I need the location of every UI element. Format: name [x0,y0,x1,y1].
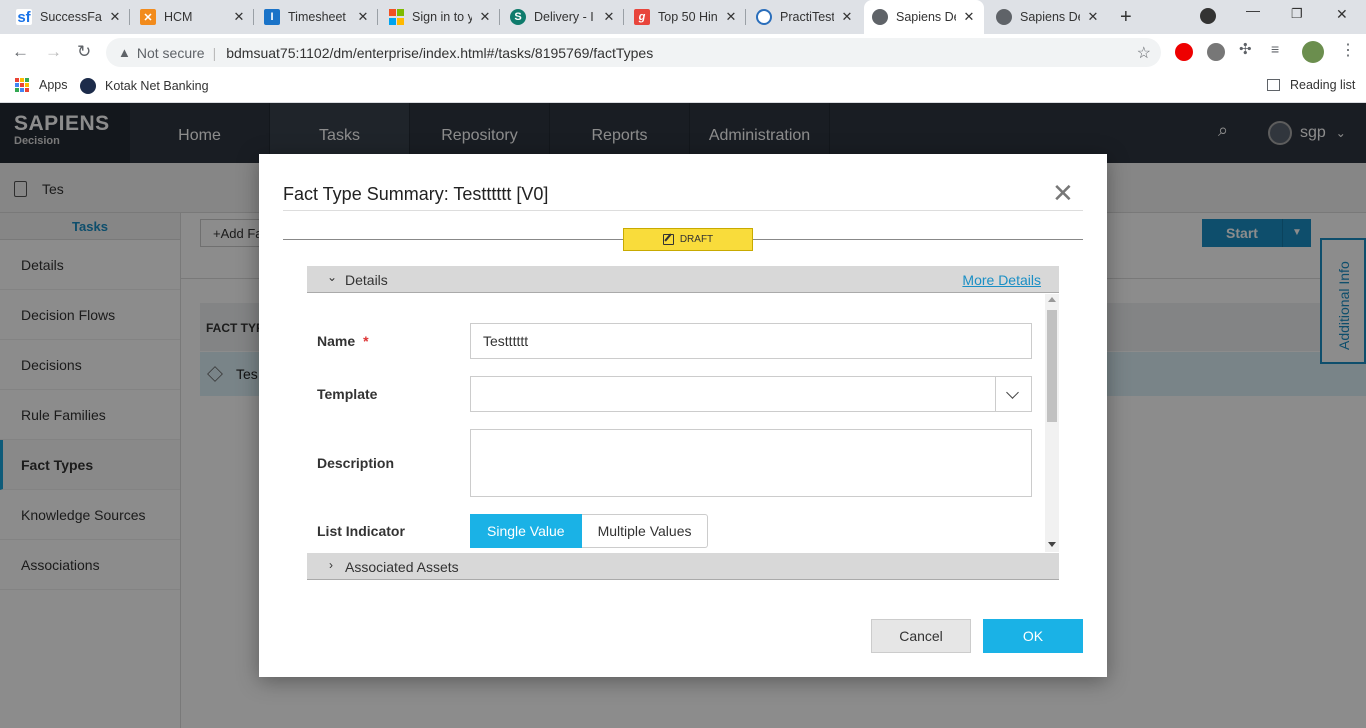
ok-button[interactable]: OK [983,619,1083,653]
browser-tab-practitest[interactable]: PractiTest - ✕ [748,0,862,34]
status-badge: DRAFT [623,228,753,251]
globe-icon [996,9,1012,25]
reading-list-button[interactable]: Reading list [1267,78,1355,92]
browser-tab-sapiens-active[interactable]: Sapiens De ✕ [864,0,984,34]
kotak-label: Kotak Net Banking [105,79,209,93]
edit-icon [662,234,674,245]
template-label: Template [317,386,378,402]
apps-bookmark[interactable]: Apps [15,78,68,92]
chevron-down-icon[interactable] [995,377,1031,411]
url-text: bdmsuat75:1102/dm/enterprise/index.html#… [226,44,654,61]
address-bar-row: ← → ↻ ▲ Not secure | bdmsuat75:1102/dm/e… [0,34,1366,71]
minimize-icon[interactable]: — [1246,2,1260,18]
chevron-right-icon: › [329,558,333,572]
back-icon[interactable]: ← [12,42,29,62]
close-tab-icon[interactable]: ✕ [1086,9,1100,25]
scroll-thumb[interactable] [1047,310,1057,422]
more-menu-icon[interactable]: ⋮ [1340,40,1358,59]
bookmarks-bar: Apps Kotak Net Banking Reading list [0,71,1366,103]
globe-icon [872,9,888,25]
tab-title: Sapiens De [896,10,956,24]
more-details-link[interactable]: More Details [962,272,1041,288]
apps-grid-icon [15,78,29,92]
section-label: Associated Assets [345,559,459,575]
cancel-button[interactable]: Cancel [871,619,971,653]
details-section-header[interactable]: ⌄ Details More Details [307,266,1059,293]
required-marker: * [363,333,369,349]
timesheet-icon: I [264,9,280,25]
kotak-bookmark[interactable]: Kotak Net Banking [80,78,209,94]
close-tab-icon[interactable]: ✕ [356,9,370,25]
profile-avatar-icon[interactable] [1302,41,1324,63]
browser-tab-sapiens[interactable]: Sapiens De ✕ [988,0,1108,34]
browser-tab-timesheet[interactable]: I Timesheet ✕ [256,0,378,34]
warning-icon: ▲ [118,45,131,60]
single-value-option[interactable]: Single Value [470,514,582,548]
details-form: Name * Testttttt Template Description Lis… [307,294,1059,552]
tab-title: PractiTest - [780,10,834,24]
bookmark-star-icon[interactable]: ☆ [1137,43,1151,63]
browser-tab-top50[interactable]: g Top 50 Hin ✕ [626,0,746,34]
chevron-down-icon: ⌄ [327,270,338,284]
tab-title: Delivery - I [534,10,594,24]
microsoft-icon [388,9,404,25]
form-scrollbar[interactable] [1045,294,1059,552]
browser-tab-delivery[interactable]: S Delivery - I ✕ [502,0,624,34]
browser-tab-successfactors[interactable]: sf SuccessFac ✕ [8,0,130,34]
puzzle-icon[interactable]: ✣ [1239,40,1257,58]
close-tab-icon[interactable]: ✕ [724,9,738,25]
tab-title: Sign in to y [412,10,472,24]
close-tab-icon[interactable]: ✕ [232,9,246,25]
associated-assets-section-header[interactable]: › Associated Assets [307,553,1059,580]
kotak-icon [80,78,96,94]
tab-title: Sapiens De [1020,10,1080,24]
extension-icon[interactable] [1207,43,1225,61]
adblock-icon[interactable] [1175,43,1193,61]
window-close-icon[interactable]: ✕ [1336,6,1348,23]
dialog-title: Fact Type Summary: Testttttt [V0] [283,184,549,204]
close-tab-icon[interactable]: ✕ [962,9,976,25]
tab-title: SuccessFac [40,10,102,24]
description-field[interactable] [470,429,1032,497]
status-badge-label: DRAFT [679,234,714,245]
name-field[interactable]: Testttttt [470,323,1032,359]
fact-type-summary-dialog: Fact Type Summary: Testttttt [V0] ✕ DRAF… [259,154,1107,677]
section-label: Details [345,272,388,288]
media-icon[interactable]: ≡ [1271,41,1289,59]
close-icon[interactable]: ✕ [1052,180,1074,206]
list-indicator-toggle: Single Value Multiple Values [470,514,709,548]
restore-icon[interactable]: ❐ [1291,6,1303,22]
browser-tab-microsoft-signin[interactable]: Sign in to y ✕ [380,0,500,34]
practitest-icon [756,9,772,25]
reading-list-label: Reading list [1290,78,1356,92]
close-tab-icon[interactable]: ✕ [108,9,122,25]
tab-search-icon[interactable] [1200,8,1216,24]
forward-icon[interactable]: → [45,42,62,62]
tab-title: HCM [164,10,193,24]
scroll-up-icon[interactable] [1048,297,1056,302]
url-input[interactable]: ▲ Not secure | bdmsuat75:1102/dm/enterpr… [106,38,1161,67]
successfactors-icon: sf [16,8,32,26]
reading-list-icon [1267,79,1280,91]
close-tab-icon[interactable]: ✕ [602,9,616,25]
not-secure-label: Not secure [136,44,205,61]
hcm-icon: ✕ [140,9,156,25]
browser-tab-strip: sf SuccessFac ✕ ✕ HCM ✕ I Timesheet ✕ Si… [0,0,1366,34]
scroll-down-icon[interactable] [1048,542,1056,547]
new-tab-icon[interactable]: + [1120,6,1132,29]
list-indicator-label: List Indicator [317,523,405,539]
close-tab-icon[interactable]: ✕ [840,9,854,25]
multiple-values-option[interactable]: Multiple Values [581,514,709,548]
description-label: Description [317,455,395,471]
template-select[interactable] [470,376,1032,412]
name-label: Name * [317,333,369,349]
browser-tab-hcm[interactable]: ✕ HCM ✕ [132,0,254,34]
tab-title: Top 50 Hin [658,10,718,24]
sharepoint-icon: S [510,9,526,25]
g-icon: g [634,9,650,25]
close-tab-icon[interactable]: ✕ [478,9,492,25]
reload-icon[interactable]: ↻ [77,42,91,62]
tab-title: Timesheet [288,10,346,24]
apps-label: Apps [39,78,68,92]
